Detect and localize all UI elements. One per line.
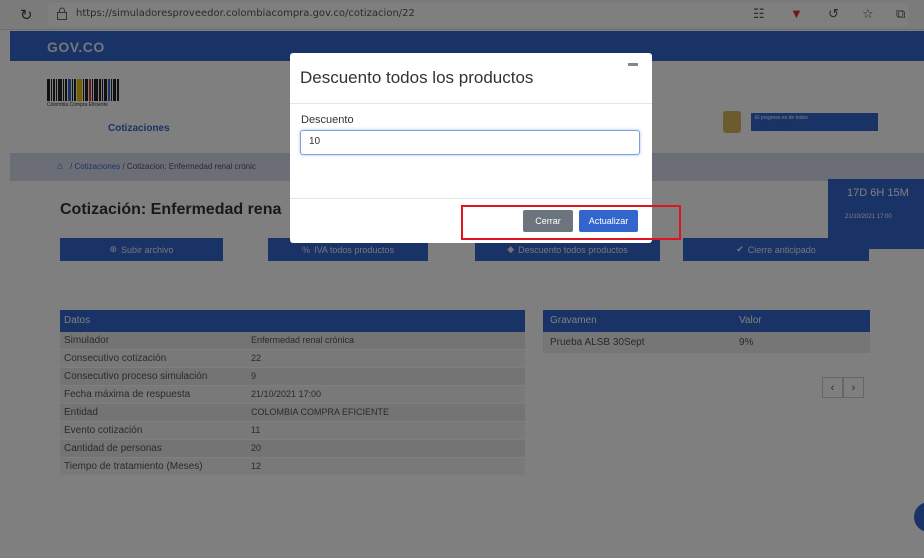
modal-title: Descuento todos los productos — [300, 68, 534, 87]
descuento-input[interactable]: 10 — [300, 130, 640, 155]
descuento-label: Descuento — [301, 114, 354, 126]
modal-footer-divider — [290, 198, 652, 199]
modal-divider — [290, 103, 652, 104]
close-icon[interactable] — [628, 63, 638, 66]
annotation-highlight-box — [461, 205, 681, 240]
